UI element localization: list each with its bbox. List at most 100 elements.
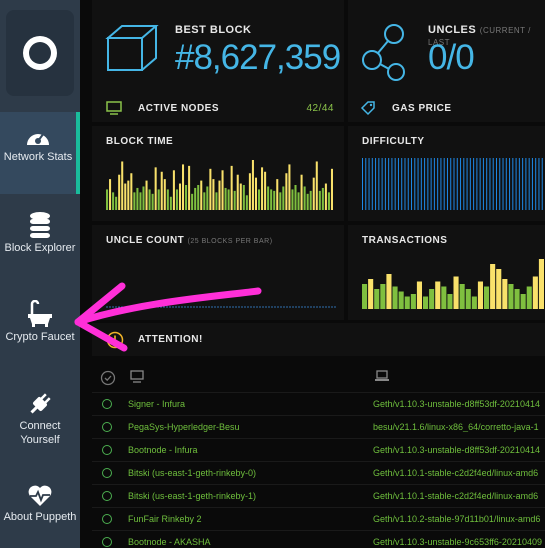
chart-bar: [391, 158, 393, 210]
chart-bar: [209, 168, 212, 210]
chart-bar: [535, 158, 537, 210]
chart-bar: [502, 279, 508, 309]
chart-bar: [258, 189, 261, 210]
check-circle-icon[interactable]: [100, 370, 116, 386]
chart-bar: [411, 158, 413, 210]
chart-bar: [388, 158, 390, 210]
node-name: FunFair Rinkeby 2: [128, 514, 202, 524]
sidebar-item-connect-yourself[interactable]: Connect Yourself: [0, 385, 80, 467]
chart-bar: [315, 161, 318, 210]
monitor-header-icon[interactable]: [130, 370, 144, 383]
node-name: Bootnode - AKASHA: [128, 537, 211, 547]
chart-bar: [166, 189, 169, 210]
chart-bar: [203, 192, 206, 210]
laptop-icon[interactable]: [375, 370, 389, 382]
chart-bar: [197, 185, 200, 210]
chart-bar: [239, 183, 242, 210]
chart-bar: [270, 189, 273, 210]
node-name: PegaSys-Hyperledger-Besu: [128, 422, 240, 432]
chart-bar: [264, 171, 267, 210]
node-client: Geth/v1.10.1-stable-c2d2f4ed/linux-amd6: [373, 491, 539, 501]
chart-bar: [327, 192, 330, 210]
chart-bar: [115, 196, 118, 210]
chart-bar: [538, 259, 544, 309]
chart-bar: [459, 284, 465, 309]
chart-bar: [306, 193, 309, 210]
chart-bar: [375, 158, 377, 210]
chart-bar: [330, 168, 333, 210]
chart-bar: [254, 177, 257, 210]
table-row[interactable]: Signer - Infura Geth/v1.10.3-unstable-d8f…: [92, 392, 545, 415]
chart-bar: [368, 158, 370, 210]
chart-bar: [312, 177, 315, 210]
tag-icon: [360, 101, 375, 116]
chart-bar: [130, 173, 133, 210]
node-name: Bitski (us-east-1-geth-rinkeby-0): [128, 468, 257, 478]
sidebar-item-label: Block Explorer: [4, 242, 76, 254]
table-row[interactable]: PegaSys-Hyperledger-Besu besu/v21.1.6/lin…: [92, 415, 545, 438]
chart-bar: [495, 158, 497, 210]
chart-bar: [471, 296, 477, 309]
globe-icon: [23, 36, 57, 70]
chart-bar: [194, 187, 197, 210]
table-row[interactable]: FunFair Rinkeby 2 Geth/v1.10.2-stable-97d…: [92, 507, 545, 530]
chart-bar: [469, 158, 471, 210]
plug-icon: [30, 393, 51, 414]
chart-bar: [437, 158, 439, 210]
node-client: Geth/v1.10.3-unstable-d8ff53df-20210414: [373, 445, 540, 455]
sidebar-item-network-stats[interactable]: Network Stats: [0, 112, 80, 194]
chart-bar: [429, 289, 435, 309]
sidebar-item-about-puppeth[interactable]: About Puppeth: [0, 470, 80, 548]
chart-bar: [417, 158, 419, 210]
cube-icon: [105, 25, 159, 71]
chart-bar: [303, 186, 306, 210]
chart-bar: [200, 180, 203, 210]
chart-bar: [416, 281, 422, 309]
node-name: Signer - Infura: [128, 399, 186, 409]
chart-bar: [496, 269, 502, 309]
uncles-value: 0/0: [428, 38, 475, 77]
chart-bar: [279, 192, 282, 210]
node-client: besu/v21.1.6/linux-x86_64/corretto-java-…: [373, 422, 539, 432]
chart-bar: [532, 276, 538, 309]
chart-bar: [466, 158, 468, 210]
sidebar-item-crypto-faucet[interactable]: Crypto Faucet: [0, 296, 80, 378]
logo[interactable]: [6, 10, 74, 96]
chart-bar: [224, 187, 227, 210]
table-row[interactable]: Bootnode - Infura Geth/v1.10.3-unstable-d…: [92, 438, 545, 461]
transactions-panel: TRANSACTIONS: [348, 225, 545, 320]
chart-bar: [453, 158, 455, 210]
node-name: Bootnode - Infura: [128, 445, 198, 455]
chart-bar: [420, 158, 422, 210]
chart-bar: [522, 158, 524, 210]
table-row[interactable]: Bitski (us-east-1-geth-rinkeby-0) Geth/v1…: [92, 461, 545, 484]
difficulty-panel: DIFFICULTY: [348, 126, 545, 221]
chart-bar: [206, 186, 209, 210]
chart-bar: [362, 158, 363, 210]
chart-bar: [230, 165, 233, 210]
chart-bar: [476, 158, 478, 210]
chart-bar: [148, 189, 151, 210]
chart-bar: [118, 174, 121, 210]
table-row[interactable]: Bitski (us-east-1-geth-rinkeby-1) Geth/v1…: [92, 484, 545, 507]
status-dot-icon: [102, 537, 112, 547]
chart-bar: [404, 158, 406, 210]
chart-bar: [215, 192, 218, 210]
chart-bar: [172, 170, 175, 210]
chart-bar: [427, 158, 429, 210]
chart-bar: [362, 284, 368, 309]
chart-bar: [136, 187, 139, 210]
chart-bar: [112, 192, 115, 210]
sidebar-item-block-explorer[interactable]: Block Explorer: [0, 207, 80, 289]
chart-bar: [191, 193, 194, 210]
table-row[interactable]: Bootnode - AKASHA Geth/v1.10.3-unstable-9…: [92, 530, 545, 548]
chart-bar: [378, 158, 380, 210]
chart-bar: [446, 158, 448, 210]
active-nodes-value: 42/44: [306, 103, 334, 114]
chart-bar: [433, 158, 435, 210]
chart-bar: [145, 180, 148, 210]
chart-bar: [460, 158, 462, 210]
chart-bar: [267, 186, 270, 210]
chart-bar: [160, 171, 163, 210]
bathtub-icon: [28, 300, 52, 327]
